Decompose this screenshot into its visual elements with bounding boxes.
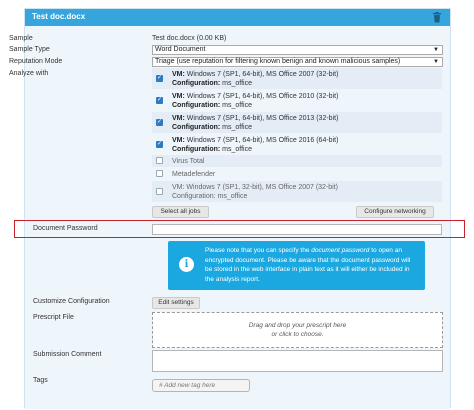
panel-header: Test doc.docx: [25, 9, 450, 26]
tag-input[interactable]: # Add new tag here: [152, 379, 250, 392]
custom-config-label: Customize Configuration: [33, 298, 110, 305]
info-icon: i: [179, 257, 194, 272]
select-all-jobs-button[interactable]: Select all jobs: [152, 206, 209, 218]
service-checkbox[interactable]: [156, 157, 163, 164]
tags-label: Tags: [33, 377, 48, 384]
analyze-label: Analyze with: [9, 70, 49, 77]
vm-row: VM: Windows 7 (SP1, 64-bit), MS Office 2…: [152, 134, 442, 155]
configure-networking-button[interactable]: Configure networking: [356, 206, 434, 218]
sample-label: Sample: [9, 35, 33, 42]
vm-row: VM: Windows 7 (SP1, 32-bit), MS Office 2…: [152, 181, 442, 202]
vm-checkbox[interactable]: [156, 188, 163, 195]
reputation-value: Triage (use reputation for filtering kno…: [155, 58, 401, 65]
service-row-metadefender: Metadefender: [152, 168, 442, 180]
vm-checkbox[interactable]: [156, 140, 163, 148]
trash-icon[interactable]: [432, 12, 442, 23]
prescript-label: Prescript File: [33, 314, 74, 321]
service-row-virustotal: Virus Total: [152, 155, 442, 167]
sample-type-select[interactable]: Word Document ▼: [152, 45, 443, 55]
edit-settings-button[interactable]: Edit settings: [152, 297, 200, 309]
vm-checkbox[interactable]: [156, 118, 163, 126]
info-callout: i Please note that you can specify the d…: [168, 241, 425, 290]
info-text: Please note that you can specify the doc…: [205, 247, 411, 283]
vm-row: VM: Windows 7 (SP1, 64-bit), MS Office 2…: [152, 90, 442, 111]
prescript-dropzone[interactable]: Drag and drop your prescript here or cli…: [152, 312, 443, 348]
reputation-select[interactable]: Triage (use reputation for filtering kno…: [152, 57, 443, 67]
sample-type-value: Word Document: [155, 46, 206, 53]
vm-checkbox[interactable]: [156, 96, 163, 104]
submission-comment-input[interactable]: [152, 350, 443, 372]
vm-row: VM: Windows 7 (SP1, 64-bit), MS Office 2…: [152, 68, 442, 89]
sample-value: Test doc.docx (0.00 KB): [152, 35, 227, 42]
password-input[interactable]: [152, 224, 442, 235]
chevron-down-icon: ▼: [433, 59, 439, 65]
sample-type-label: Sample Type: [9, 46, 50, 53]
panel-title: Test doc.docx: [32, 12, 86, 21]
vm-row: VM: Windows 7 (SP1, 64-bit), MS Office 2…: [152, 112, 442, 133]
service-checkbox[interactable]: [156, 170, 163, 177]
submission-comment-label: Submission Comment: [33, 351, 102, 358]
vm-checkbox[interactable]: [156, 74, 163, 82]
chevron-down-icon: ▼: [433, 47, 439, 53]
reputation-label: Reputation Mode: [9, 58, 63, 65]
password-label: Document Password: [33, 225, 98, 232]
